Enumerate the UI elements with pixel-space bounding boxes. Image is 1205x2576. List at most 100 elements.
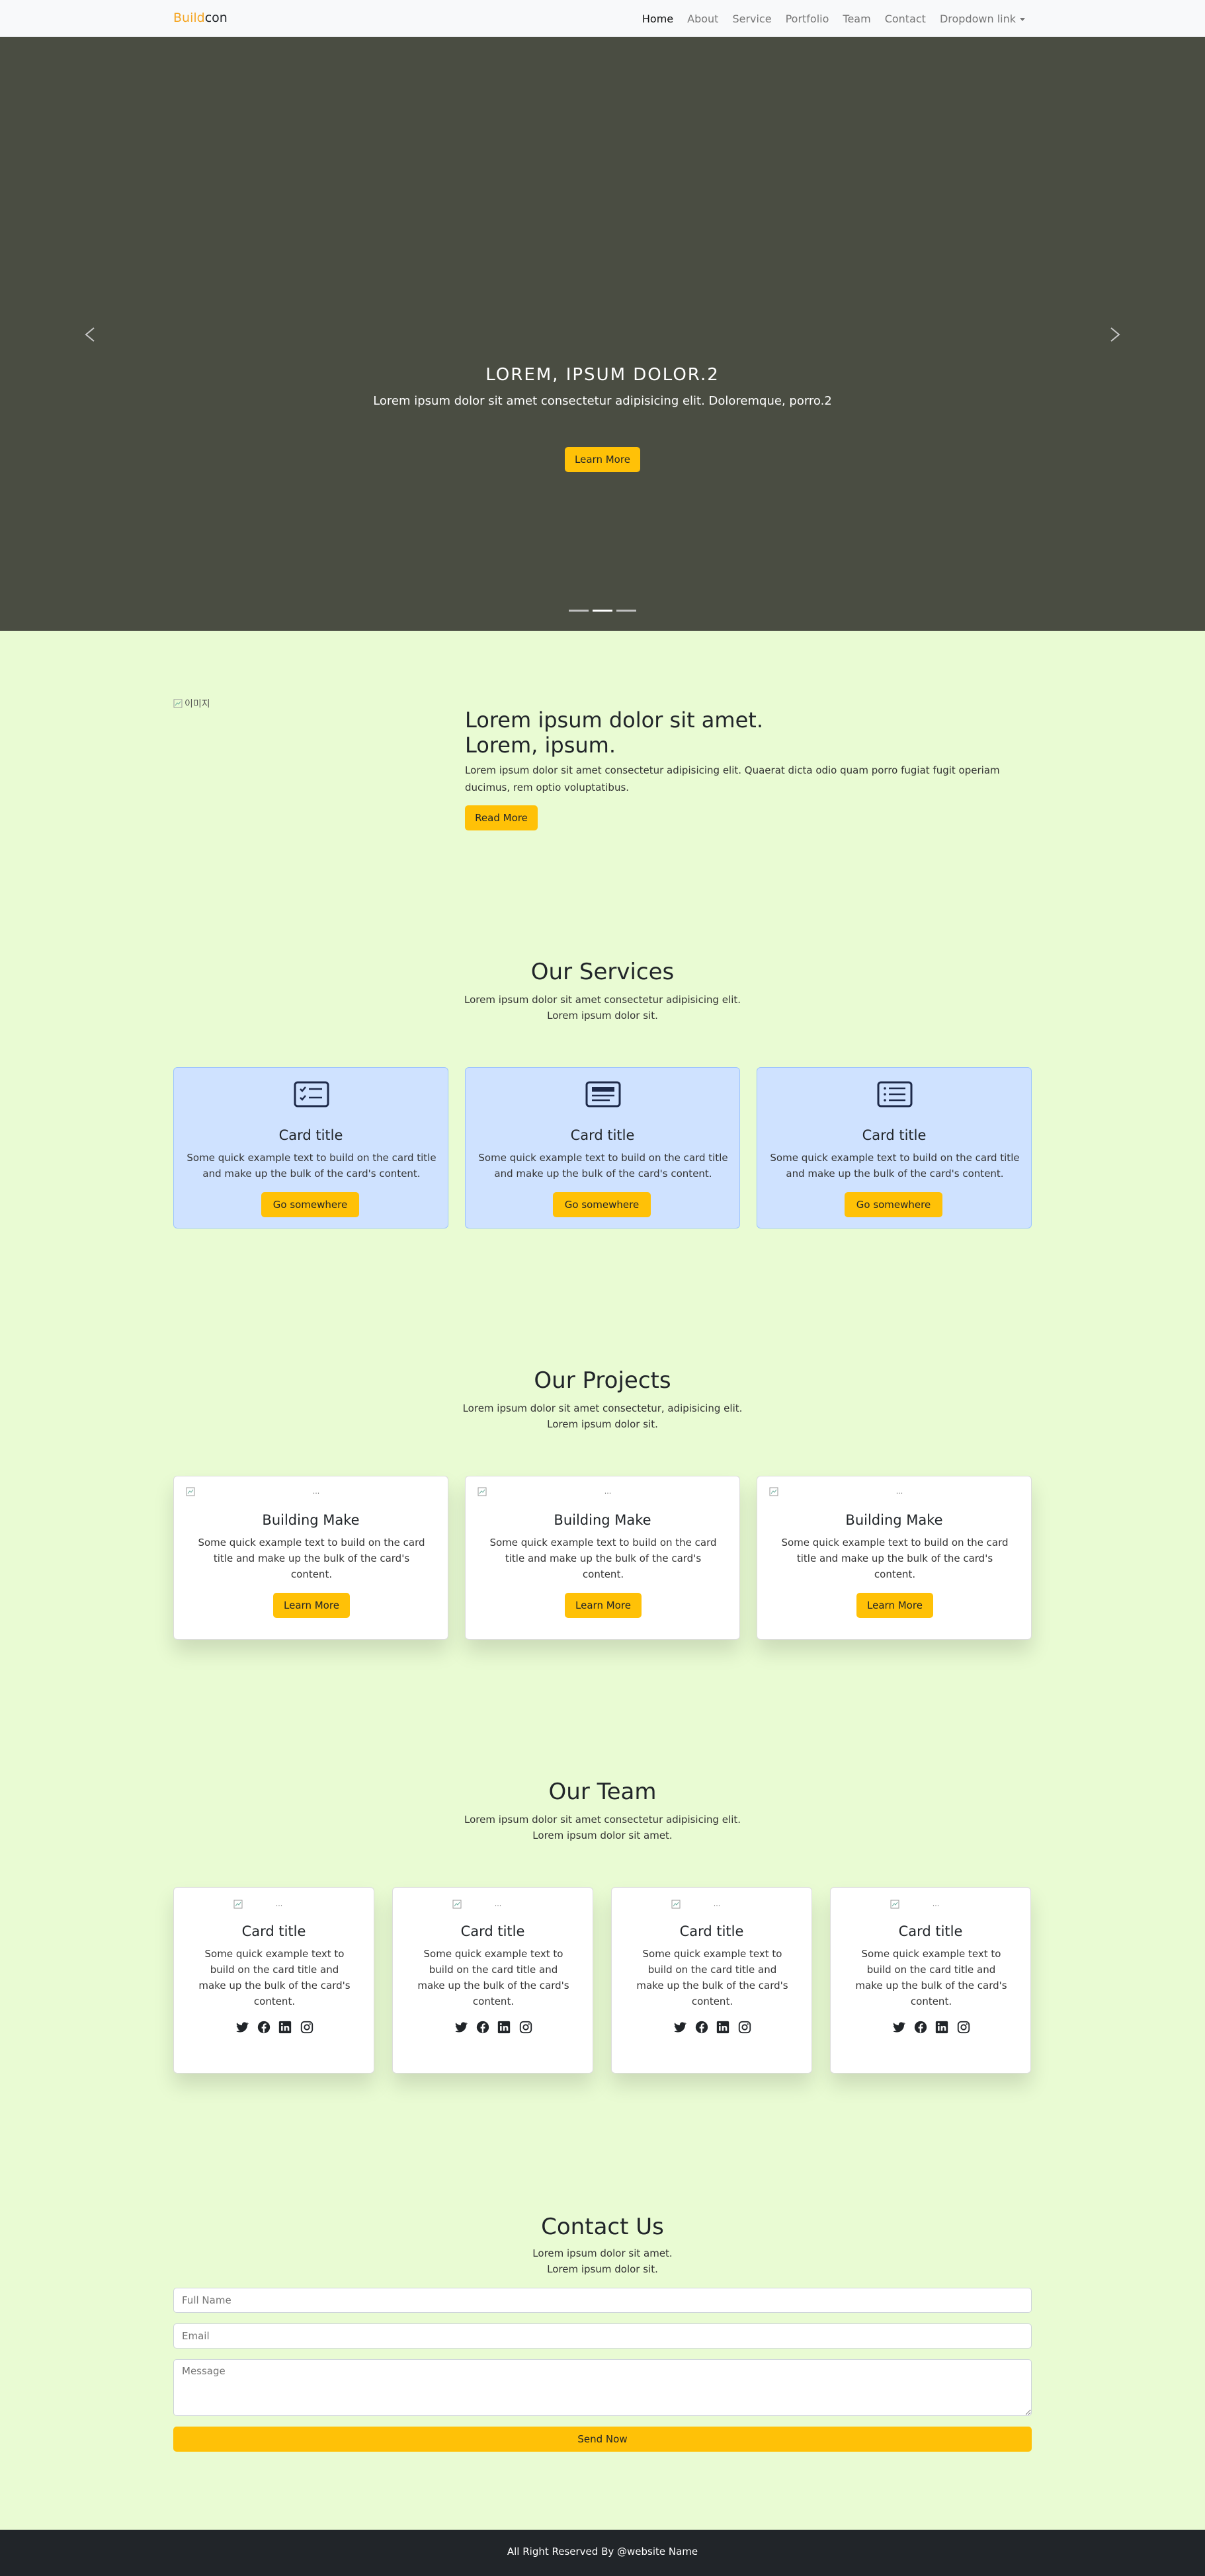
- team-card: ... Card title Some quick example text t…: [611, 1887, 812, 2073]
- service-card: Card title Some quick example text to bu…: [757, 1067, 1032, 1228]
- project-image: ...: [769, 1487, 1020, 1499]
- project-card-title: Building Make: [262, 1512, 360, 1528]
- nav-link-about[interactable]: About: [687, 13, 718, 25]
- service-card-text: Some quick example text to build on the …: [770, 1152, 1020, 1180]
- nav-dropdown-label: Dropdown link: [939, 12, 1016, 25]
- email-input[interactable]: [173, 2323, 1032, 2349]
- team-card: ... Card title Some quick example text t…: [830, 1887, 1031, 2073]
- twitter-icon[interactable]: [235, 2020, 249, 2034]
- project-learn-more-button[interactable]: Learn More: [273, 1593, 350, 1618]
- hero-title: LOREM, IPSUM DOLOR.2: [485, 365, 720, 385]
- card-text-icon: [585, 1081, 621, 1107]
- about-text: Lorem ipsum dolor sit amet consectetur a…: [465, 764, 1000, 793]
- contact-title: Contact Us: [541, 2214, 664, 2240]
- broken-image-icon: [671, 1900, 681, 1909]
- hero-learn-more-button[interactable]: Learn More: [565, 447, 640, 472]
- facebook-icon[interactable]: [913, 2020, 928, 2034]
- project-image-alt: ...: [604, 1487, 612, 1496]
- instagram-icon[interactable]: [300, 2020, 314, 2034]
- social-links: [235, 2020, 314, 2034]
- carousel-indicator-1[interactable]: [569, 610, 589, 612]
- broken-image-icon: [478, 1487, 487, 1496]
- team-image-alt: ...: [494, 1900, 502, 1908]
- broken-image-icon: [233, 1900, 243, 1909]
- carousel-indicator-2[interactable]: [593, 610, 612, 612]
- linkedin-icon[interactable]: [497, 2020, 511, 2034]
- twitter-icon[interactable]: [454, 2020, 468, 2034]
- linkedin-icon[interactable]: [935, 2020, 949, 2034]
- brand-part1: Build: [173, 11, 205, 25]
- service-card-title: Card title: [862, 1127, 927, 1143]
- service-card-text: Some quick example text to build on the …: [187, 1152, 436, 1180]
- go-somewhere-button[interactable]: Go somewhere: [845, 1192, 942, 1217]
- send-now-button[interactable]: Send Now: [173, 2427, 1032, 2452]
- full-name-input[interactable]: [173, 2288, 1032, 2313]
- social-links: [892, 2020, 971, 2034]
- project-card: ... Building Make Some quick example tex…: [173, 1476, 448, 1640]
- about-image-alt: 이미지: [185, 699, 210, 709]
- project-image: ...: [478, 1487, 729, 1499]
- facebook-icon[interactable]: [476, 2020, 490, 2034]
- twitter-icon[interactable]: [673, 2020, 687, 2034]
- project-learn-more-button[interactable]: Learn More: [565, 1593, 642, 1618]
- footer: All Right Reserved By @website Name: [0, 2530, 1205, 2576]
- team-card: ... Card title Some quick example text t…: [392, 1887, 593, 2073]
- team-card-text: Some quick example text to build on the …: [417, 1948, 569, 2007]
- go-somewhere-button[interactable]: Go somewhere: [553, 1192, 651, 1217]
- nav-link-portfolio[interactable]: Portfolio: [786, 13, 829, 25]
- hero-subtitle: Lorem ipsum dolor sit amet consectetur a…: [373, 394, 832, 408]
- about-title-line2: Lorem, ipsum.: [465, 733, 616, 758]
- instagram-icon[interactable]: [737, 2020, 752, 2034]
- broken-image-icon: [173, 699, 183, 708]
- project-card-title: Building Make: [845, 1512, 943, 1528]
- nav-link-home[interactable]: Home: [642, 13, 673, 25]
- service-card-title: Card title: [570, 1127, 635, 1143]
- read-more-button[interactable]: Read More: [465, 805, 538, 830]
- team-card-title: Card title: [679, 1923, 744, 1939]
- team-member-image: ...: [233, 1900, 315, 1912]
- contact-subtitle-line1: Lorem ipsum dolor sit amet.: [532, 2247, 673, 2259]
- broken-image-icon: [186, 1487, 195, 1496]
- team-image-alt: ...: [932, 1900, 940, 1908]
- nav-link-contact[interactable]: Contact: [885, 13, 926, 25]
- broken-image-icon: [769, 1487, 778, 1496]
- linkedin-icon[interactable]: [716, 2020, 730, 2034]
- facebook-icon[interactable]: [694, 2020, 709, 2034]
- social-links: [454, 2020, 533, 2034]
- team-card-text: Some quick example text to build on the …: [636, 1948, 788, 2007]
- card-checklist-icon: [294, 1081, 329, 1107]
- nav-link-service[interactable]: Service: [732, 13, 771, 25]
- project-card-text: Some quick example text to build on the …: [489, 1537, 717, 1580]
- linkedin-icon[interactable]: [278, 2020, 292, 2034]
- nav-link-team[interactable]: Team: [843, 13, 870, 25]
- nav-menu: Home About Service Portfolio Team Contac…: [642, 0, 1025, 37]
- service-card: Card title Some quick example text to bu…: [173, 1067, 448, 1228]
- team-card-text: Some quick example text to build on the …: [855, 1948, 1007, 2007]
- brand-part2: con: [204, 11, 228, 25]
- about-image: 이미지: [173, 697, 210, 710]
- carousel-indicators: [569, 610, 636, 612]
- team-member-image: ...: [452, 1900, 534, 1912]
- message-textarea[interactable]: [173, 2359, 1032, 2416]
- social-links: [673, 2020, 752, 2034]
- services-title: Our Services: [530, 959, 675, 985]
- broken-image-icon: [890, 1900, 899, 1909]
- nav-dropdown-toggle[interactable]: Dropdown link: [940, 13, 1025, 25]
- projects-title: Our Projects: [534, 1367, 671, 1394]
- twitter-icon[interactable]: [892, 2020, 906, 2034]
- instagram-icon[interactable]: [956, 2020, 971, 2034]
- instagram-icon[interactable]: [519, 2020, 533, 2034]
- team-image-alt: ...: [713, 1900, 721, 1908]
- go-somewhere-button[interactable]: Go somewhere: [261, 1192, 359, 1217]
- facebook-icon[interactable]: [257, 2020, 271, 2034]
- service-card-text: Some quick example text to build on the …: [478, 1152, 728, 1180]
- carousel-indicator-3[interactable]: [616, 610, 636, 612]
- brand-logo[interactable]: Buildcon: [173, 9, 228, 26]
- carousel-next-button[interactable]: [1101, 315, 1127, 354]
- project-learn-more-button[interactable]: Learn More: [856, 1593, 933, 1618]
- services-subtitle-line1: Lorem ipsum dolor sit amet consectetur a…: [464, 994, 741, 1006]
- project-image-alt: ...: [895, 1487, 903, 1496]
- carousel-prev-button[interactable]: [78, 315, 104, 354]
- project-card: ... Building Make Some quick example tex…: [757, 1476, 1032, 1640]
- team-subtitle-line2: Lorem ipsum dolor sit amet.: [532, 1830, 673, 1841]
